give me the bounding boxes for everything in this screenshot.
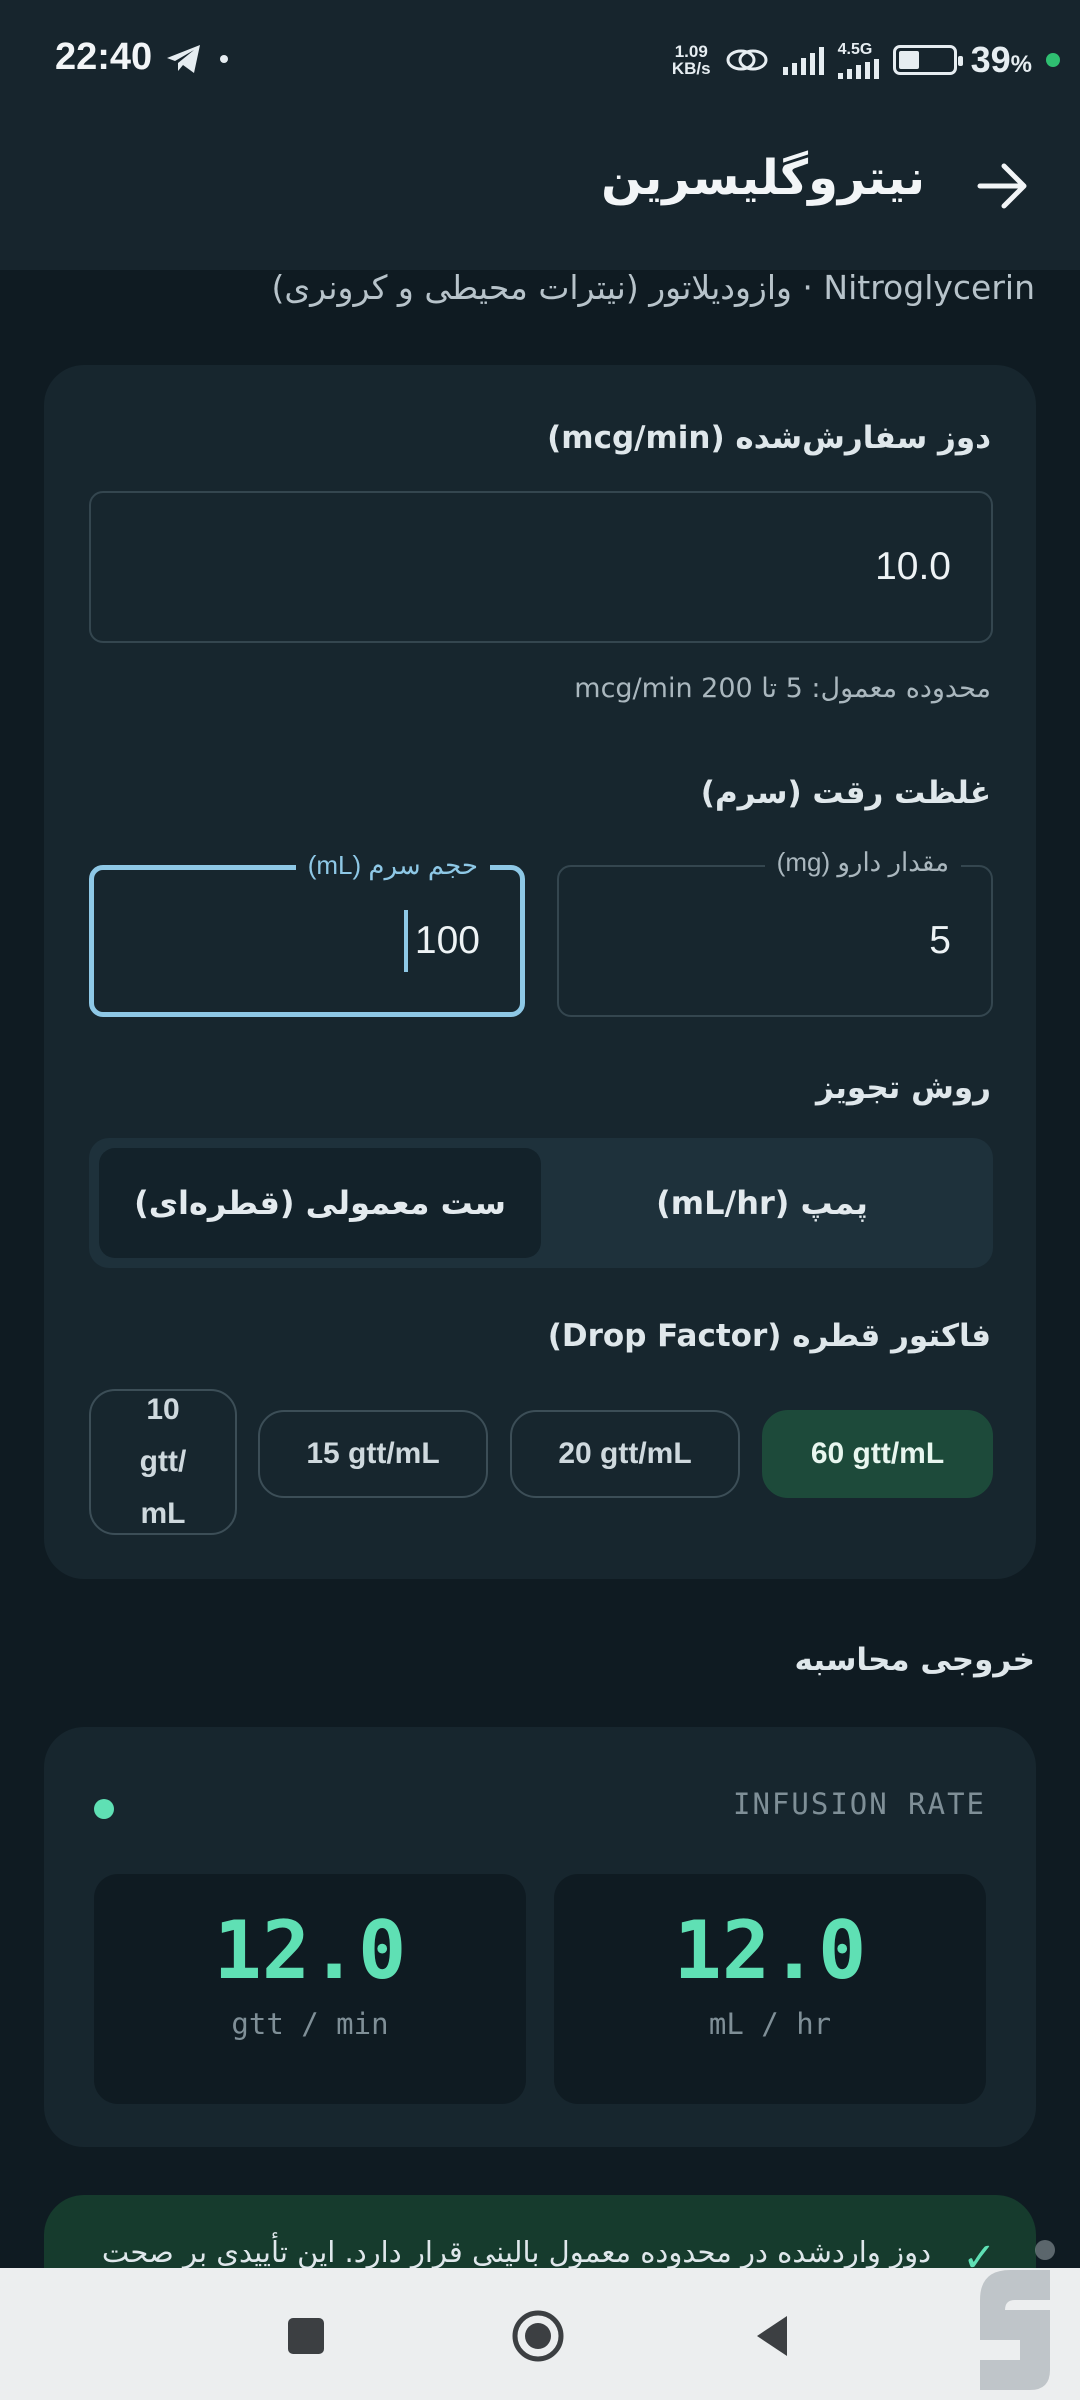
drug-amount-label: مقدار دارو (mg) [764,847,961,878]
net-speed: 1.09 KB/s [672,43,711,77]
calculator-card: دوز سفارش‌شده (mcg/min) 10.0 محدوده معمو… [44,365,1036,1579]
signal-icon-2 [837,59,879,79]
net-speed-value: 1.09 [674,42,708,61]
dose-range-helper: محدوده معمول: 5 تا 200 mcg/min [574,673,991,704]
battery-percent: 39% [970,39,1032,80]
telegram-icon [167,45,200,73]
recents-button-icon[interactable] [278,2308,334,2364]
infusion-rate-caption: INFUSION RATE [733,1787,986,1821]
drop-factor-chip-15[interactable]: 15 gtt/mL [258,1410,488,1498]
volume-label: حجم سرم (mL) [295,850,490,881]
method-option-pump[interactable]: پمپ (mL/hr) [541,1148,983,1258]
results-section-title: خروجی محاسبه [794,1642,1035,1678]
dose-input[interactable]: 10.0 [89,491,993,643]
hotspot-link-icon [726,49,768,71]
clock: 22:40 [55,36,153,78]
notice-text: دوز واردشده در محدوده معمول بالینی قرار … [101,2235,931,2269]
page-title: نیتروگلیسرین [601,150,925,206]
method-label: روش تجویز [815,1070,991,1106]
method-option-gravity-set[interactable]: ست معمولی (قطره‌ای) [99,1148,541,1258]
privacy-indicator-icon [1046,53,1060,67]
net-speed-unit: KB/s [671,59,711,78]
drop-factor-chip-60[interactable]: 60 gtt/mL [762,1410,993,1498]
network-type-label: 4.5G [837,41,873,58]
home-button-icon[interactable] [510,2308,566,2364]
status-icons: 1.09 KB/s 4.5G 39% [672,36,1060,84]
drops-per-minute-unit: gtt / min [231,2007,389,2041]
volume-input[interactable]: حجم سرم (mL) 100 [89,850,525,1017]
back-arrow-icon[interactable] [974,158,1030,214]
app-bar: نیتروگلیسرین [0,120,1080,270]
drop-factor-label: فاکتور قطره (Drop Factor) [547,1318,991,1354]
ml-per-hour-value: 12.0 [673,1904,867,1997]
ml-per-hour-metric: 12.0 mL / hr [554,1874,986,2104]
results-card: INFUSION RATE 12.0 mL / hr 12.0 gtt / mi… [44,1727,1036,2147]
store-watermark-icon [980,2240,1055,2390]
drug-subtitle: Nitroglycerin · وازودیلاتور (نیترات محیط… [271,268,1035,307]
drop-factor-chip-20[interactable]: 20 gtt/mL [510,1410,740,1498]
text-cursor [404,910,408,972]
notification-dot-icon [220,55,228,63]
status-bar: 22:40 1.09 KB/s 4.5G 39% [0,0,1080,120]
ml-per-hour-unit: mL / hr [708,2007,832,2041]
live-indicator-icon [94,1799,114,1819]
signal-icon [782,45,824,75]
dose-value: 10.0 [875,545,951,588]
drug-amount-input[interactable]: مقدار دارو (mg) 5 [557,847,993,1017]
concentration-label: غلظت رقت (سرم) [700,775,991,811]
back-button-icon[interactable] [745,2308,801,2364]
battery-icon [892,45,963,75]
drug-amount-value: 5 [929,919,951,962]
method-segmented-control: پمپ (mL/hr) ست معمولی (قطره‌ای) [89,1138,993,1268]
volume-value: 100 [414,919,480,962]
network-type: 4.5G [837,41,879,79]
drops-per-minute-value: 12.0 [213,1904,407,1997]
drops-per-minute-metric: 12.0 gtt / min [94,1874,526,2104]
dose-label: دوز سفارش‌شده (mcg/min) [547,420,991,456]
drop-factor-chip-10[interactable]: 10 gtt/ mL [89,1389,237,1535]
system-nav-bar [0,2268,1080,2400]
